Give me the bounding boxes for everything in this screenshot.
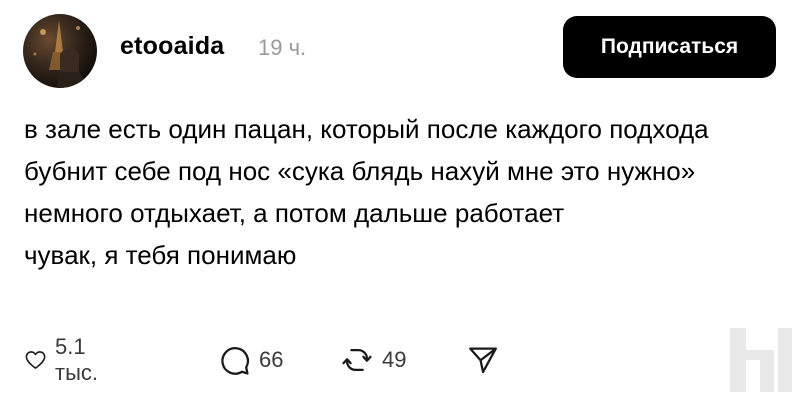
subscribe-button[interactable]: Подписаться — [563, 16, 776, 78]
like-count: 5.1 тыс. — [55, 334, 99, 385]
post-time: 19 ч. — [258, 35, 307, 60]
avatar[interactable] — [23, 14, 97, 88]
comment-icon — [221, 347, 250, 375]
username[interactable]: etooaida — [120, 32, 224, 61]
like-button[interactable]: 5.1 тыс. — [24, 334, 109, 385]
post-text: в зале есть один пацан, который после ка… — [24, 108, 754, 276]
share-button[interactable] — [466, 340, 500, 380]
avatar-image — [33, 20, 85, 88]
repost-icon — [342, 348, 372, 372]
comment-count: 66 — [259, 347, 284, 372]
post-paragraph: чувак, я тебя понимаю — [24, 240, 297, 270]
comment-button[interactable]: 66 — [217, 340, 283, 380]
brand-logo — [730, 324, 794, 396]
repost-count: 49 — [382, 347, 407, 372]
repost-button[interactable]: 49 — [340, 340, 406, 380]
heart-icon — [25, 351, 46, 369]
post-paragraph: в зале есть один пацан, который после ка… — [24, 114, 709, 228]
send-icon — [469, 347, 497, 374]
